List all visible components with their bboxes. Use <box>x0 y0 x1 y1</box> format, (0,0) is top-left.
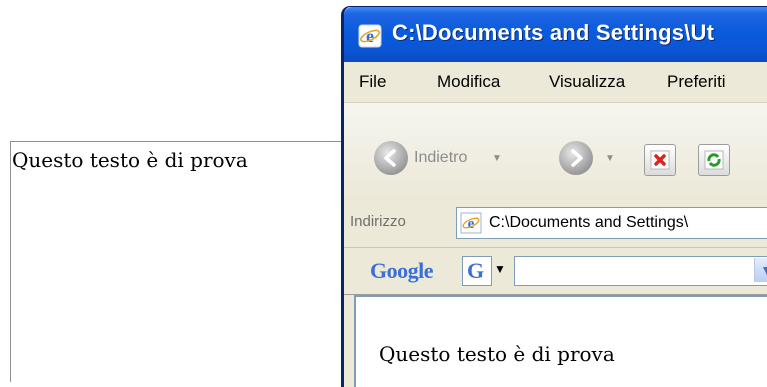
google-toolbar: Google G ▼ ▼ <box>344 248 767 295</box>
address-label: Indirizzo <box>350 213 406 230</box>
stop-icon[interactable] <box>644 144 676 176</box>
menu-file[interactable]: File <box>359 72 386 92</box>
search-history-dropdown-icon[interactable]: ▼ <box>754 258 767 282</box>
back-arrow-icon <box>374 141 408 175</box>
google-search-input[interactable]: ▼ <box>514 256 767 286</box>
menu-modifica[interactable]: Modifica <box>437 72 500 92</box>
refresh-icon[interactable] <box>698 144 730 176</box>
menu-bar: File Modifica Visualizza Preferiti <box>344 62 767 103</box>
google-logo[interactable]: Google <box>370 258 434 284</box>
ie-page-icon: e <box>460 212 482 234</box>
title-bar[interactable]: e C:\Documents and Settings\Ut <box>344 7 767 62</box>
google-button[interactable]: G <box>462 256 492 286</box>
address-input[interactable]: e C:\Documents and Settings\ <box>456 207 767 239</box>
menu-visualizza[interactable]: Visualizza <box>549 72 625 92</box>
forward-dropdown-icon[interactable]: ▼ <box>605 153 615 164</box>
ie-logo-icon: e <box>358 24 382 48</box>
page-content: Questo testo è di prova <box>354 295 767 387</box>
address-value: C:\Documents and Settings\ <box>489 214 689 231</box>
menu-preferiti[interactable]: Preferiti <box>667 72 726 92</box>
google-menu-dropdown-icon[interactable]: ▼ <box>494 262 506 276</box>
google-g-icon: G <box>467 258 485 283</box>
text-box-content: Questo testo è di prova <box>12 148 248 172</box>
browser-window: e C:\Documents and Settings\Ut File Modi… <box>341 6 767 387</box>
window-title: C:\Documents and Settings\Ut <box>392 20 715 45</box>
standard-toolbar: Indietro ▼ ▼ <box>344 103 767 200</box>
address-bar: Indirizzo e C:\Documents and Settings\ <box>344 199 767 248</box>
page-text: Questo testo è di prova <box>379 342 615 366</box>
back-dropdown-icon[interactable]: ▼ <box>492 153 502 164</box>
forward-arrow-icon <box>559 141 593 175</box>
svg-text:e: e <box>366 26 374 46</box>
back-label: Indietro <box>414 149 468 166</box>
text-box-panel[interactable]: Questo testo è di prova <box>10 141 341 382</box>
